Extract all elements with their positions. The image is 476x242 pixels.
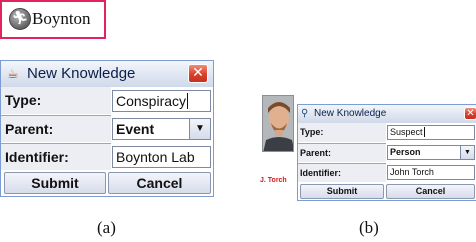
type-input-value: Suspect (390, 127, 423, 137)
parent-select-value: Person (390, 147, 421, 157)
type-label: Type: (300, 127, 324, 137)
identifier-label: Identifier: (300, 168, 342, 178)
type-input[interactable]: Conspiracy (112, 90, 211, 112)
parent-select[interactable]: Person ▼ (387, 145, 475, 160)
dialog-title-bar[interactable]: ☕︎ New Knowledge ✕ (1, 61, 213, 87)
submit-button[interactable]: Submit (4, 172, 106, 194)
identifier-label-cell: Identifier: (298, 163, 386, 182)
close-button[interactable]: ✕ (188, 64, 208, 83)
node-label: Boynton (32, 9, 91, 28)
knowledge-node[interactable]: 🏃︎ Boynton (0, 0, 106, 39)
identifier-input[interactable]: Boynton Lab (112, 146, 211, 168)
identifier-label: Identifier: (5, 149, 69, 165)
parent-select[interactable]: Event ▼ (112, 118, 211, 140)
chevron-down-icon[interactable]: ▼ (460, 146, 474, 159)
identifier-input-value: John Torch (390, 167, 434, 177)
dialog-title-bar[interactable]: ⚲ New Knowledge ✕ (298, 105, 476, 123)
chevron-down-icon[interactable]: ▼ (189, 119, 210, 139)
identifier-label-cell: Identifier: (1, 143, 111, 170)
new-knowledge-dialog-small: ⚲ New Knowledge ✕ Type: Suspect Parent: … (297, 104, 476, 201)
dialog-title: New Knowledge (314, 108, 387, 119)
person-photo (262, 95, 294, 152)
type-label: Type: (5, 92, 42, 108)
cancel-button[interactable]: Cancel (386, 184, 475, 199)
parent-label: Parent: (5, 121, 54, 137)
type-label-cell: Type: (298, 123, 386, 142)
running-person-icon: 🏃︎ (9, 8, 31, 30)
parent-label: Parent: (300, 148, 332, 158)
type-input-value: Conspiracy (116, 93, 187, 109)
close-button[interactable]: ✕ (464, 107, 476, 120)
new-knowledge-dialog: ☕︎ New Knowledge ✕ Type: Conspiracy Pare… (0, 60, 214, 197)
person-name-label: J. Torch (260, 177, 287, 184)
type-input[interactable]: Suspect (387, 125, 475, 140)
parent-select-value: Event (116, 121, 155, 137)
cancel-button[interactable]: Cancel (108, 172, 211, 194)
identifier-input[interactable]: John Torch (387, 165, 475, 180)
coffee-cup-icon: ☕︎ (7, 66, 19, 81)
figure-a-caption: (a) (97, 218, 116, 237)
type-label-cell: Type: (1, 87, 111, 114)
parent-label-cell: Parent: (1, 115, 111, 142)
dialog-title: New Knowledge (27, 65, 136, 82)
identifier-input-value: Boynton Lab (116, 149, 195, 165)
figure-b-caption: (b) (359, 218, 379, 237)
parent-label-cell: Parent: (298, 143, 386, 162)
search-icon: ⚲ (301, 108, 309, 119)
submit-button[interactable]: Submit (300, 184, 384, 199)
